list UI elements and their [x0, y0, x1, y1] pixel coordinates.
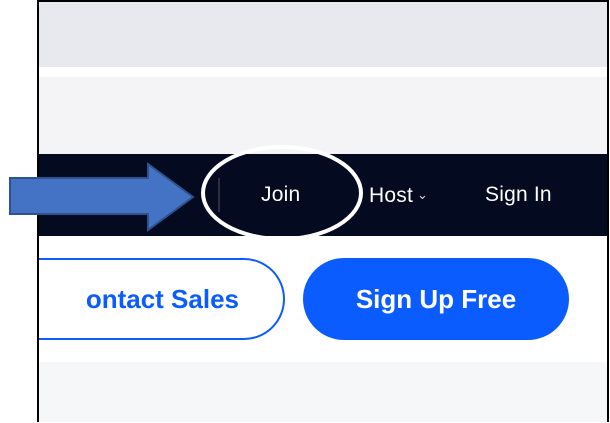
- join-link[interactable]: Join: [261, 182, 300, 208]
- screenshot-canvas: Join Host ⌄ Sign In ontact Sales Sign Up …: [0, 0, 610, 423]
- sign-in-link[interactable]: Sign In: [485, 182, 552, 208]
- navbar-divider: [218, 178, 220, 212]
- host-label: Host: [369, 184, 413, 207]
- top-navbar: Join Host ⌄ Sign In: [39, 154, 607, 236]
- host-menu[interactable]: Host ⌄: [369, 182, 428, 209]
- header-banner-area: [39, 77, 607, 154]
- screenshot-frame: Join Host ⌄ Sign In ontact Sales Sign Up …: [37, 0, 609, 422]
- page-content-area: [39, 362, 607, 422]
- contact-sales-button[interactable]: ontact Sales: [39, 258, 285, 340]
- sign-up-free-button[interactable]: Sign Up Free: [303, 258, 569, 340]
- browser-top-area: [39, 2, 607, 67]
- cta-button-row: ontact Sales Sign Up Free: [39, 236, 607, 362]
- chevron-down-icon: ⌄: [416, 187, 429, 202]
